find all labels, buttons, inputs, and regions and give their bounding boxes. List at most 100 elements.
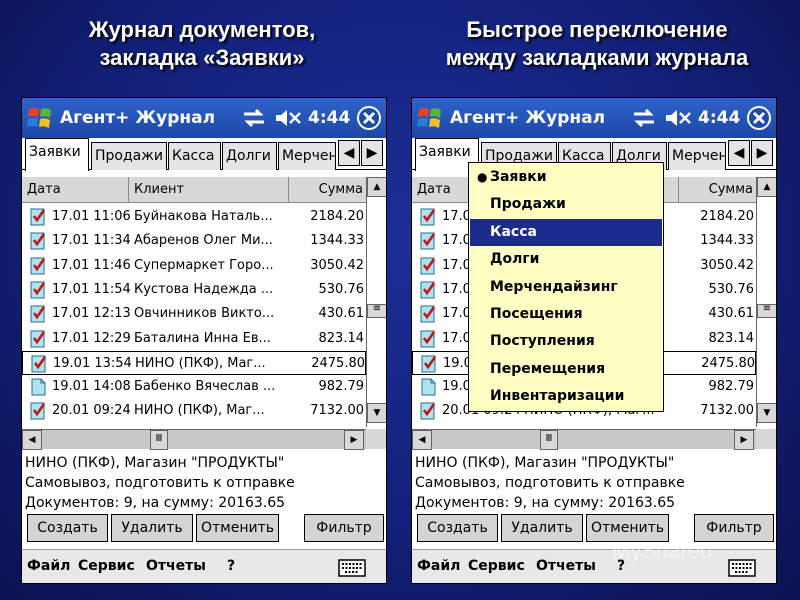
hscroll-thumb[interactable]: Ⅲ [150,430,168,450]
dropdown-item[interactable]: Продажи [470,191,662,218]
tab-orders[interactable]: Заявки [25,138,89,171]
column-header-date[interactable]: Дата [22,177,129,203]
checked-doc-icon [420,305,438,323]
row-date: 17.01 11:54 [52,281,130,297]
windows-logo-icon[interactable] [26,104,54,132]
info-totals: Документов: 9, на сумму: 20163.65 [415,495,676,511]
scroll-up-button[interactable]: ▲ [367,177,386,197]
delete-button[interactable]: Удалить [501,514,583,542]
tab-sales[interactable]: Продажи [91,142,167,170]
hscroll-thumb[interactable]: Ⅲ [540,430,558,450]
speaker-icon[interactable] [274,107,302,129]
tab-scroll-right-button[interactable]: ▶ [751,140,773,166]
tab-scroll-left-button[interactable]: ◀ [728,140,750,166]
row-sum: 2184.20 [310,209,364,224]
checked-doc-icon [420,330,438,348]
checked-doc-icon [420,208,438,226]
table-row[interactable]: 17.01 12:13Овчинников Викто... 430.61 [22,302,366,326]
row-sum: 7132.00 [310,403,364,419]
info-totals: Документов: 9, на сумму: 20163.65 [25,495,286,511]
delete-button[interactable]: Удалить [111,514,193,542]
table-row[interactable]: 17.01 12:29Баталина Инна Ев... 823.14 [22,327,366,351]
checked-doc-icon [30,232,48,250]
row-client: Баталина Инна Ев... [134,330,271,346]
tab-cash[interactable]: Касса [168,142,221,170]
scroll-up-button[interactable]: ▲ [757,177,776,197]
dropdown-item[interactable]: Инвентаризации [470,383,662,410]
sync-icon[interactable] [632,107,656,129]
table-row[interactable]: 19.01 14:08Бабенко Вячеслав ... 982.79 [22,375,366,399]
create-button[interactable]: Создать [27,514,108,542]
speaker-icon[interactable] [664,107,692,129]
row-client: Бабенко Вячеслав ... [134,379,276,395]
tab-scroll-left-button[interactable]: ◀ [338,140,360,166]
scroll-thumb[interactable]: ≡ [757,304,776,318]
tab-scroll-right-button[interactable]: ▶ [361,140,383,166]
scroll-left-button[interactable]: ◀ [412,430,432,450]
dropdown-item[interactable]: ● Заявки [470,164,662,191]
table-row[interactable]: 17.01 11:46Супермаркет Горо... 3050.42 [22,254,366,278]
row-sum: 2475.80 [311,355,365,371]
scroll-left-button[interactable]: ◀ [22,430,42,450]
checked-doc-icon [30,281,48,299]
scroll-down-button[interactable]: ▼ [367,403,386,423]
table-row[interactable]: 17.01 11:54Кустова Надежда ... 530.76 [22,278,366,302]
menu-file[interactable]: Файл [27,558,70,574]
table-row[interactable]: 20.01 09:24НИНО (ПКФ), Маг... 7132.00 [22,399,366,423]
column-header-client[interactable]: Клиент [129,177,289,203]
table-row[interactable]: 17.01 11:06 Буйнакова Наталь... 2184.20 [22,205,366,229]
checked-doc-icon [31,355,49,373]
dropdown-item[interactable]: Мерчендайзинг [470,274,662,301]
row-sum: 823.14 [318,330,365,346]
dropdown-item[interactable]: Посещения [470,301,662,328]
scroll-right-button[interactable]: ▶ [734,430,754,450]
cancel-button[interactable]: Отменить [196,514,279,542]
menu-bar: Файл Сервис Отчеты ? [412,549,776,583]
keyboard-icon[interactable] [728,558,756,578]
checked-doc-icon [420,257,438,275]
column-header-sum[interactable]: Сумма [679,177,756,203]
keyboard-icon[interactable] [338,558,366,578]
dropdown-item[interactable]: Поступления [470,328,662,355]
scroll-right-button[interactable]: ▶ [344,430,364,450]
tab-merch[interactable]: Мерчен [668,142,726,170]
left-heading-line: закладка «Заявки» [99,45,305,70]
menu-service[interactable]: Сервис [468,558,525,574]
column-header-sum[interactable]: Сумма [289,177,366,203]
horizontal-scrollbar[interactable]: ◀ Ⅲ ▶ [22,429,366,450]
vertical-scrollbar[interactable]: ▲ ≡ ▼ [366,177,386,427]
menu-help[interactable]: ? [227,558,235,574]
row-sum: 982.79 [318,379,365,395]
menu-service[interactable]: Сервис [78,558,135,574]
dropdown-item-label: Инвентаризации [490,388,625,405]
filter-button[interactable]: Фильтр [304,514,384,542]
right-heading: Быстрое переключение между закладками жу… [412,16,782,72]
row-date: 19.01 14:08 [52,379,130,395]
table-row[interactable]: 19.01 13:54НИНО (ПКФ), Маг... 2475.80 [22,350,366,375]
scroll-down-button[interactable]: ▼ [757,403,776,423]
menu-reports[interactable]: Отчеты [536,558,596,574]
row-client: Кустова Надежда ... [134,281,274,297]
close-icon[interactable] [355,104,383,132]
scroll-thumb[interactable]: ≡ [367,304,386,318]
tab-debts[interactable]: Долги [222,142,277,170]
menu-file[interactable]: Файл [417,558,460,574]
dropdown-item-label: Долги [490,251,540,268]
tab-switch-dropdown: ● Заявки Продажи Касса Долги Мерчендайзинг Пос… [468,162,664,412]
dropdown-item[interactable]: Перемещения [470,356,662,383]
horizontal-scrollbar[interactable]: ◀ Ⅲ ▶ [412,429,756,450]
menu-reports[interactable]: Отчеты [146,558,206,574]
dropdown-item[interactable]: Касса [470,218,662,246]
vertical-scrollbar[interactable]: ▲ ≡ ▼ [756,177,776,427]
menu-bar: Файл Сервис Отчеты ? [22,549,386,583]
close-icon[interactable] [745,104,773,132]
table-row[interactable]: 17.01 11:34Абаренов Олег Ми... 1344.33 [22,229,366,253]
checked-doc-icon [420,281,438,299]
sync-icon[interactable] [242,107,266,129]
dropdown-item[interactable]: Долги [470,246,662,273]
row-client: НИНО (ПКФ), Маг... [134,403,265,419]
tab-merch[interactable]: Мерчен [278,142,336,170]
create-button[interactable]: Создать [417,514,498,542]
row-sum: 430.61 [708,306,755,322]
windows-logo-icon[interactable] [416,104,444,132]
